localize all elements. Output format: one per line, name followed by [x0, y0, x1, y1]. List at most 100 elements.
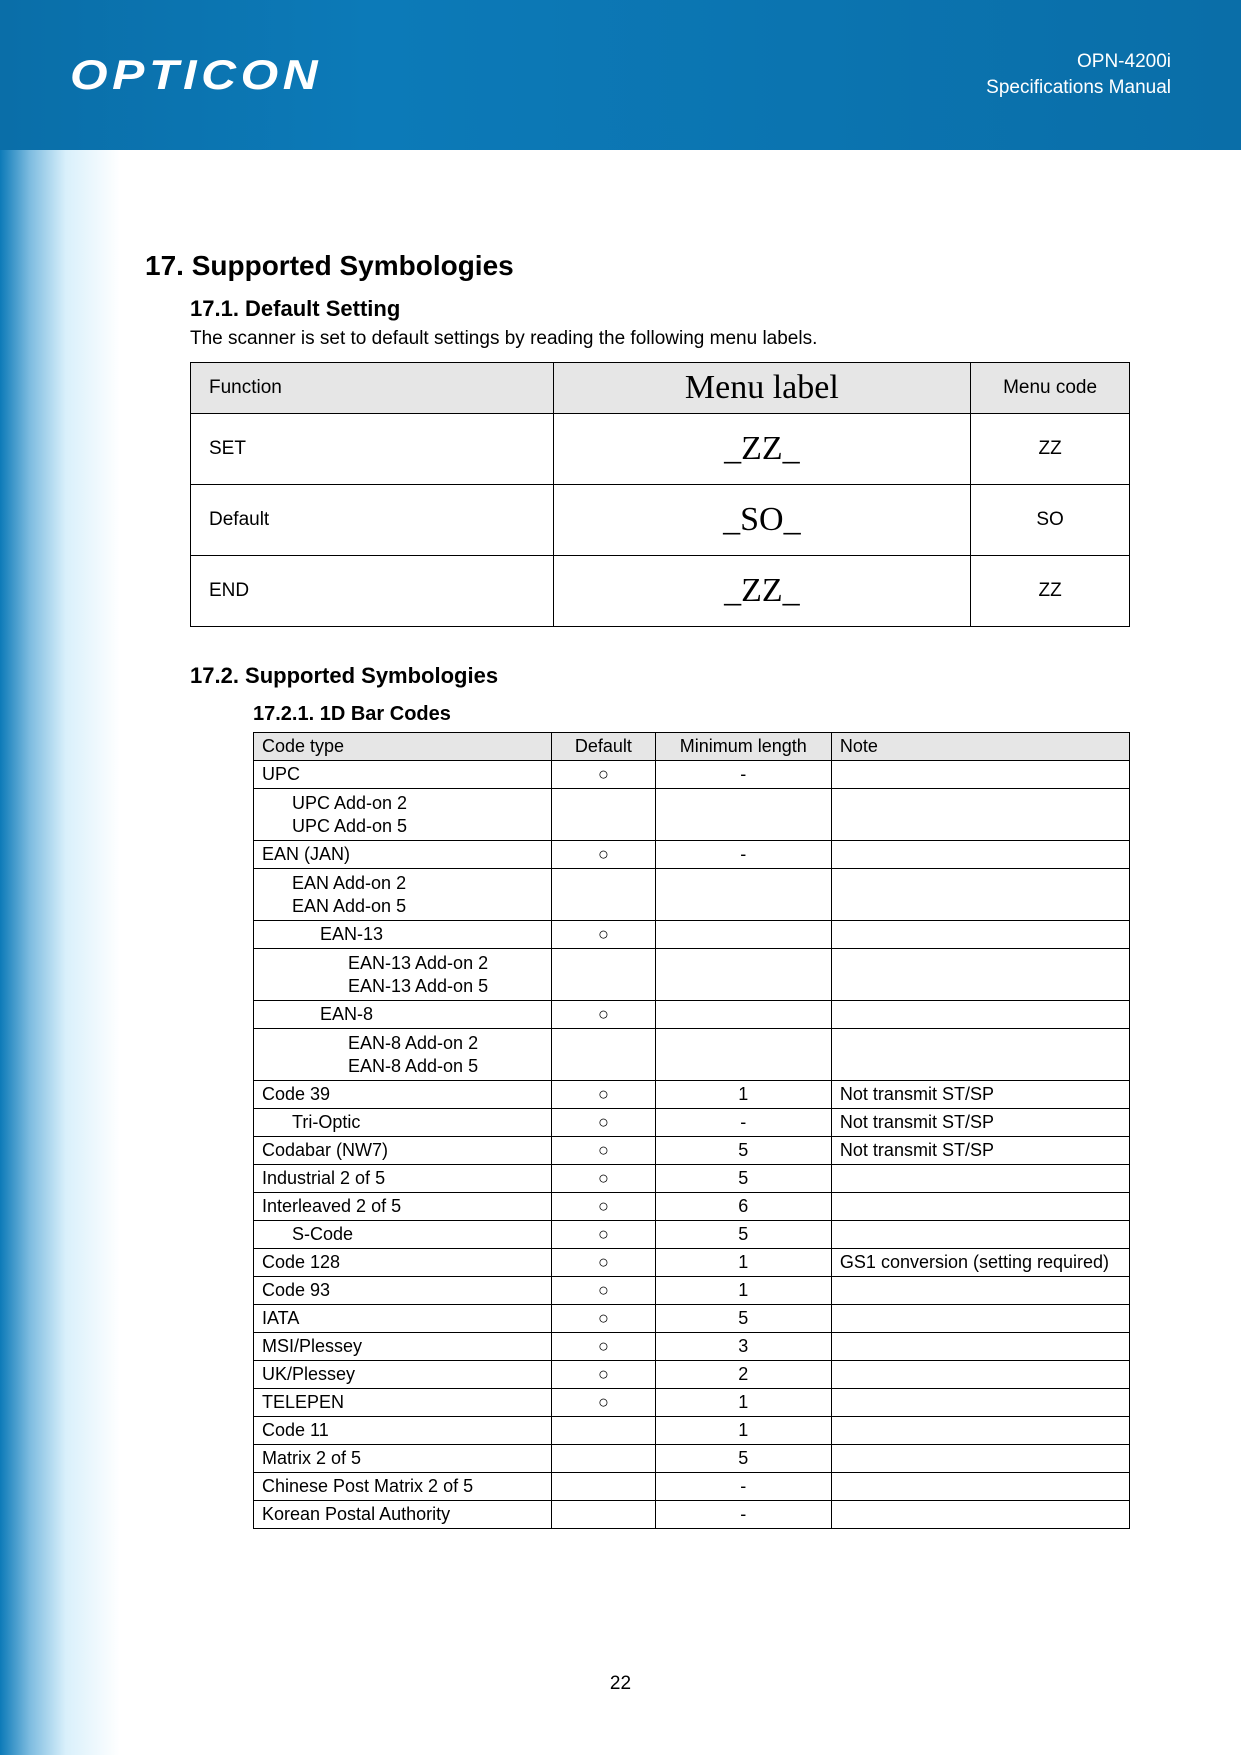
cell-code-type: Code 39 — [254, 1081, 552, 1109]
table-row: Code 93○1 — [254, 1277, 1130, 1305]
table-row: EAN (JAN)○- — [254, 841, 1130, 869]
cell-code-type: UPC Add-on 2UPC Add-on 5 — [254, 789, 552, 841]
cell-note — [831, 1165, 1129, 1193]
cell-menu-code: ZZ — [971, 414, 1130, 485]
table-header-row: Code type Default Minimum length Note — [254, 733, 1130, 761]
brand-logo: OPTICON — [70, 51, 322, 99]
cell-min-length: - — [655, 1501, 831, 1529]
col-code-type: Code type — [254, 733, 552, 761]
cell-default — [552, 789, 655, 841]
cell-code-type: Interleaved 2 of 5 — [254, 1193, 552, 1221]
cell-note — [831, 1333, 1129, 1361]
table-row: Codabar (NW7)○5Not transmit ST/SP — [254, 1137, 1130, 1165]
product-name: OPN-4200i — [986, 49, 1171, 75]
cell-default: ○ — [552, 921, 655, 949]
header-bar: OPTICON OPN-4200i Specifications Manual — [0, 0, 1241, 150]
cell-menu-label: _SO_ — [553, 485, 971, 556]
cell-note: Not transmit ST/SP — [831, 1081, 1129, 1109]
cell-note — [831, 1361, 1129, 1389]
cell-min-length: 5 — [655, 1305, 831, 1333]
cell-default — [552, 1473, 655, 1501]
cell-code-type: IATA — [254, 1305, 552, 1333]
table-row: Korean Postal Authority - — [254, 1501, 1130, 1529]
cell-default: ○ — [552, 1193, 655, 1221]
cell-note — [831, 1473, 1129, 1501]
cell-note — [831, 1277, 1129, 1305]
cell-code-type: Industrial 2 of 5 — [254, 1165, 552, 1193]
cell-code-type: TELEPEN — [254, 1389, 552, 1417]
cell-default — [552, 1501, 655, 1529]
cell-code-type: UPC — [254, 761, 552, 789]
cell-min-length: - — [655, 841, 831, 869]
cell-note — [831, 1417, 1129, 1445]
content-area: 17. Supported Symbologies 17.1. Default … — [0, 150, 1241, 1589]
cell-code-type: MSI/Plessey — [254, 1333, 552, 1361]
cell-code-type: Chinese Post Matrix 2 of 5 — [254, 1473, 552, 1501]
cell-default — [552, 1029, 655, 1081]
subsection-17-2-title: 17.2. Supported Symbologies — [190, 663, 1151, 689]
cell-default: ○ — [552, 1389, 655, 1417]
table-row: Chinese Post Matrix 2 of 5- — [254, 1473, 1130, 1501]
cell-menu-code: ZZ — [971, 556, 1130, 627]
cell-note — [831, 761, 1129, 789]
cell-code-type: Code 93 — [254, 1277, 552, 1305]
subsection-17-2-1-title: 17.2.1. 1D Bar Codes — [253, 703, 1151, 726]
table-row: EAN-13 Add-on 2EAN-13 Add-on 5 — [254, 949, 1130, 1001]
cell-code-type: EAN-8 Add-on 2EAN-8 Add-on 5 — [254, 1029, 552, 1081]
table-row: TELEPEN○1 — [254, 1389, 1130, 1417]
cell-code-type: EAN-13 Add-on 2EAN-13 Add-on 5 — [254, 949, 552, 1001]
cell-default: ○ — [552, 1305, 655, 1333]
col-menu-label: Menu label — [553, 363, 971, 414]
cell-menu-label: _ZZ_ — [553, 414, 971, 485]
cell-min-length: 5 — [655, 1221, 831, 1249]
cell-min-length — [655, 1001, 831, 1029]
cell-code-type: EAN (JAN) — [254, 841, 552, 869]
cell-function: Default — [191, 485, 554, 556]
manual-subtitle: Specifications Manual — [986, 75, 1171, 101]
cell-note — [831, 1389, 1129, 1417]
cell-min-length: 1 — [655, 1081, 831, 1109]
cell-menu-code: SO — [971, 485, 1130, 556]
cell-min-length: 1 — [655, 1417, 831, 1445]
table-row: MSI/Plessey○3 — [254, 1333, 1130, 1361]
cell-min-length — [655, 949, 831, 1001]
cell-code-type: Korean Postal Authority — [254, 1501, 552, 1529]
cell-default: ○ — [552, 1361, 655, 1389]
cell-min-length: 2 — [655, 1361, 831, 1389]
table-row: Interleaved 2 of 5○6 — [254, 1193, 1130, 1221]
cell-default — [552, 949, 655, 1001]
cell-code-type: Tri-Optic — [254, 1109, 552, 1137]
cell-note: Not transmit ST/SP — [831, 1109, 1129, 1137]
cell-note — [831, 949, 1129, 1001]
cell-note — [831, 1029, 1129, 1081]
cell-note — [831, 1445, 1129, 1473]
cell-default: ○ — [552, 1333, 655, 1361]
table-row: EAN Add-on 2EAN Add-on 5 — [254, 869, 1130, 921]
table-row: Code 39○1Not transmit ST/SP — [254, 1081, 1130, 1109]
cell-default — [552, 869, 655, 921]
cell-code-type: Code 11 — [254, 1417, 552, 1445]
col-menu-code: Menu code — [971, 363, 1130, 414]
table-header-row: Function Menu label Menu code — [191, 363, 1130, 414]
cell-note: Not transmit ST/SP — [831, 1137, 1129, 1165]
col-note: Note — [831, 733, 1129, 761]
cell-code-type: EAN-8 — [254, 1001, 552, 1029]
cell-default: ○ — [552, 1165, 655, 1193]
cell-min-length: 1 — [655, 1249, 831, 1277]
table-row: Tri-Optic○-Not transmit ST/SP — [254, 1109, 1130, 1137]
cell-default: ○ — [552, 1221, 655, 1249]
cell-min-length: 1 — [655, 1389, 831, 1417]
cell-code-type: S-Code — [254, 1221, 552, 1249]
default-setting-table: Function Menu label Menu code SET_ZZ_ZZD… — [190, 362, 1130, 627]
section-title: 17. Supported Symbologies — [145, 250, 1151, 282]
header-right: OPN-4200i Specifications Manual — [986, 49, 1171, 100]
col-default: Default — [552, 733, 655, 761]
table-row: UPC Add-on 2UPC Add-on 5 — [254, 789, 1130, 841]
table-row: END_ZZ_ZZ — [191, 556, 1130, 627]
cell-note — [831, 1001, 1129, 1029]
cell-min-length: - — [655, 1109, 831, 1137]
cell-note — [831, 1305, 1129, 1333]
cell-note — [831, 841, 1129, 869]
cell-note — [831, 1193, 1129, 1221]
cell-default: ○ — [552, 841, 655, 869]
